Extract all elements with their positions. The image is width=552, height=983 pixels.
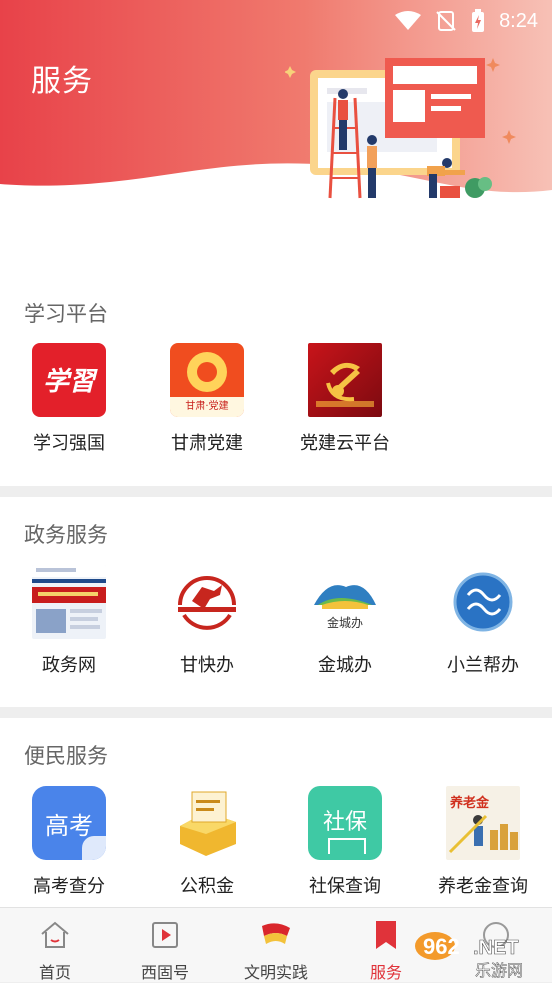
service-label: 学习强国 <box>33 433 105 454</box>
zhengwu-web-icon <box>32 565 106 639</box>
xuexi-qiangguo-icon: 学習 <box>32 343 106 417</box>
service-item-gan-kuaiban[interactable]: 甘快办 <box>147 565 267 677</box>
tab-label: 西固号 <box>140 963 189 982</box>
section-convenience-services: 便民服务 高考 高考查分 公积金 社保 社保查询 养老金 养老金查询 <box>0 718 552 907</box>
service-label: 公积金 <box>180 876 234 897</box>
service-item-yanglaojin[interactable]: 养老金 养老金查询 <box>423 786 543 898</box>
service-label: 甘快办 <box>180 655 234 676</box>
service-item-zhengwu-web[interactable]: 政务网 <box>9 565 129 677</box>
svg-text:962: 962 <box>423 934 460 959</box>
battery-charging-icon <box>472 9 485 32</box>
section-title: 学习平台 <box>24 302 108 326</box>
video-play-icon <box>152 922 178 948</box>
status-time: 8:24 <box>499 9 538 32</box>
section-title: 便民服务 <box>24 744 108 768</box>
service-label: 政务网 <box>42 655 96 676</box>
tab-civilization-practice[interactable]: 文明实践 <box>236 908 316 982</box>
service-label: 养老金查询 <box>438 876 528 897</box>
section-government-services: 政务服务 政务网 甘快办 金城办 金城办 小兰帮办 <box>0 497 552 707</box>
service-item-gongjijin[interactable]: 公积金 <box>147 786 267 898</box>
service-item-xiaolan-bangban[interactable]: 小兰帮办 <box>423 565 543 677</box>
gan-kuaiban-icon <box>170 565 244 639</box>
service-item-dangjian-cloud[interactable]: 党建云平台 <box>285 343 405 455</box>
service-item-shebao[interactable]: 社保 社保查询 <box>285 786 405 898</box>
status-bar: 8:24 <box>395 8 538 34</box>
section-study-platform: 学习平台 学習 学习强国 甘肃·党建 甘肃党建 党建云平台 <box>0 250 552 486</box>
tab-home[interactable]: 首页 <box>15 908 95 982</box>
bookmark-icon <box>376 921 396 949</box>
jincheng-ban-icon: 金城办 <box>308 565 382 639</box>
shebao-icon: 社保 <box>308 786 382 860</box>
page-title: 服务 <box>31 64 93 99</box>
flag-icon <box>262 923 290 944</box>
header-banner: 8:24 服务 <box>0 0 552 250</box>
gansu-dangjian-icon: 甘肃·党建 <box>170 343 244 417</box>
service-label: 金城办 <box>318 655 372 676</box>
service-item-gansu-dangjian[interactable]: 甘肃·党建 甘肃党建 <box>147 343 267 455</box>
gongjijin-icon <box>170 786 244 860</box>
yanglaojin-icon: 养老金 <box>446 786 520 860</box>
xiaolan-bangban-icon <box>446 565 520 639</box>
service-label: 高考查分 <box>33 876 105 897</box>
section-title: 政务服务 <box>24 523 108 547</box>
svg-text:.NET: .NET <box>473 937 519 959</box>
watermark-logo: 962 .NET 乐游网 <box>415 932 523 980</box>
gaokao-icon: 高考 <box>32 786 106 860</box>
service-label: 小兰帮办 <box>447 655 519 676</box>
home-icon <box>41 921 69 948</box>
dangjian-cloud-icon <box>308 343 382 417</box>
service-label: 党建云平台 <box>300 433 390 454</box>
service-illustration <box>285 58 516 199</box>
no-sim-icon <box>436 11 456 31</box>
tab-label: 首页 <box>38 963 71 982</box>
service-item-xuexi-qiangguo[interactable]: 学習 学习强国 <box>9 343 129 455</box>
tab-label: 文明实践 <box>243 963 308 982</box>
service-item-gaokao[interactable]: 高考 高考查分 <box>9 786 129 898</box>
service-label: 社保查询 <box>309 876 381 897</box>
service-label: 甘肃党建 <box>171 433 243 454</box>
service-item-jincheng-ban[interactable]: 金城办 金城办 <box>285 565 405 677</box>
tab-xigu[interactable]: 西固号 <box>125 908 205 982</box>
wifi-icon <box>395 11 422 30</box>
svg-text:乐游网: 乐游网 <box>475 961 523 980</box>
